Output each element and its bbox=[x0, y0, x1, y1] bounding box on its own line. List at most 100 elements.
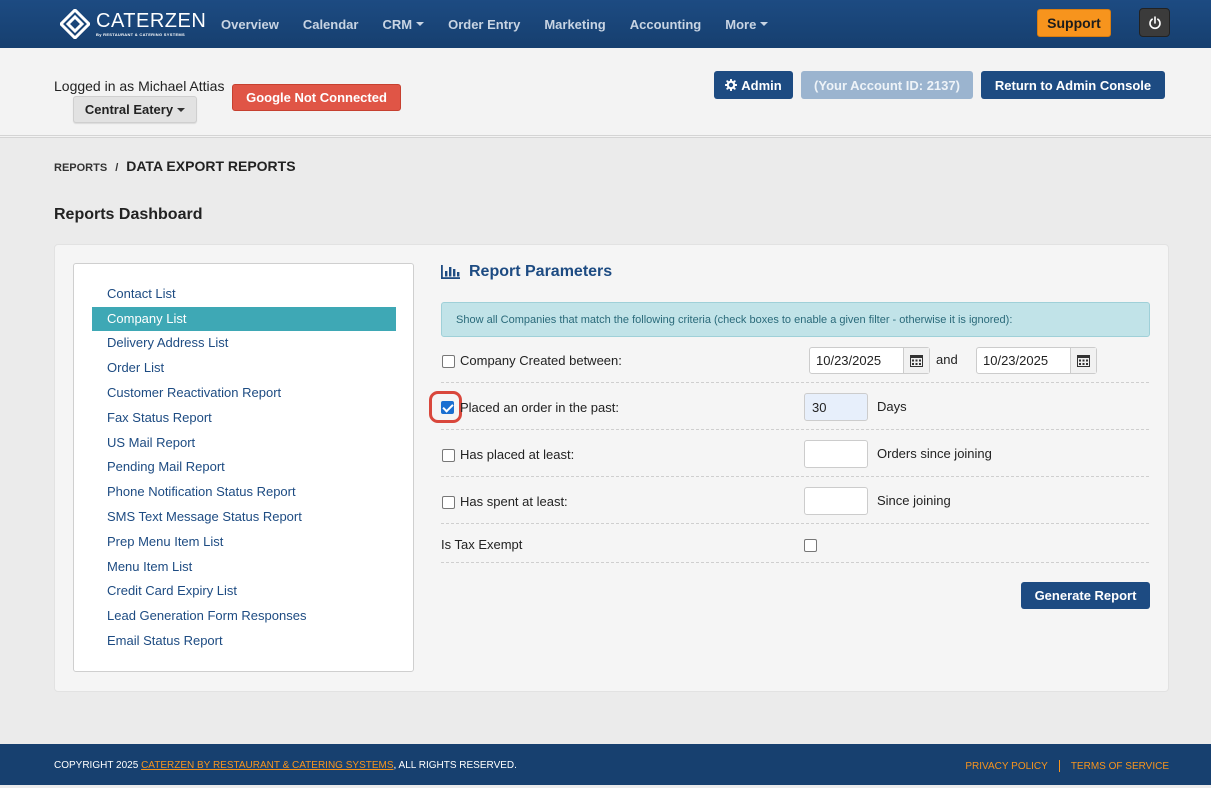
nav-label: Calendar bbox=[302, 16, 359, 32]
nav-item-accounting[interactable]: Accounting bbox=[630, 17, 702, 32]
report-item-delivery-address-list[interactable]: Delivery Address List bbox=[92, 331, 396, 355]
created-to-value: 10/23/2025 bbox=[983, 353, 1049, 368]
placed-order-past-checkbox[interactable] bbox=[441, 401, 454, 414]
created-from-date-input[interactable]: 10/23/2025 bbox=[809, 347, 930, 374]
report-item-company-list[interactable]: Company List bbox=[92, 307, 396, 331]
return-admin-console-button[interactable]: Return to Admin Console bbox=[981, 71, 1165, 99]
report-item-lead-generation[interactable]: Lead Generation Form Responses bbox=[92, 604, 396, 628]
nav-item-order-entry[interactable]: Order Entry bbox=[448, 17, 520, 32]
nav-label: Overview bbox=[221, 16, 279, 32]
calendar-icon bbox=[1077, 355, 1090, 367]
report-item-phone-notification[interactable]: Phone Notification Status Report bbox=[92, 480, 396, 504]
nav-item-calendar[interactable]: Calendar bbox=[303, 17, 359, 32]
row-divider bbox=[441, 476, 1149, 477]
footer: COPYRIGHT 2025 CATERZEN BY RESTAURANT & … bbox=[0, 744, 1211, 785]
chevron-down-icon bbox=[760, 22, 769, 26]
row-divider bbox=[441, 382, 1149, 383]
created-from-calendar-button[interactable] bbox=[903, 348, 929, 373]
orders-since-joining-label: Orders since joining bbox=[877, 446, 992, 461]
admin-button[interactable]: Admin bbox=[714, 71, 793, 99]
terms-of-service-link[interactable]: TERMS OF SERVICE bbox=[1071, 761, 1169, 772]
account-id-badge: (Your Account ID: 2137) bbox=[801, 71, 973, 99]
report-item-sms-status[interactable]: SMS Text Message Status Report bbox=[92, 505, 396, 529]
report-item-menu-item[interactable]: Menu Item List bbox=[92, 555, 396, 579]
brand-subtitle: By RESTAURANT & CATERING SYSTEMS bbox=[96, 32, 186, 37]
row-divider bbox=[441, 523, 1149, 524]
report-item-us-mail[interactable]: US Mail Report bbox=[92, 431, 396, 455]
report-parameters-heading: Report Parameters bbox=[441, 263, 612, 281]
caterzen-diamond-icon bbox=[58, 7, 92, 41]
days-unit-label: Days bbox=[877, 399, 907, 414]
report-item-email-status[interactable]: Email Status Report bbox=[92, 629, 396, 653]
nav-label: CRM bbox=[382, 16, 413, 32]
copyright-suffix: , ALL RIGHTS RESERVED. bbox=[393, 760, 517, 771]
page-title: Reports Dashboard bbox=[54, 206, 203, 223]
spent-at-least-label: Has spent at least: bbox=[460, 494, 568, 509]
chevron-down-icon bbox=[177, 107, 186, 112]
report-type-list: Contact List Company List Delivery Addre… bbox=[73, 263, 414, 672]
privacy-policy-link[interactable]: PRIVACY POLICY bbox=[965, 761, 1047, 772]
nav-label: Order Entry bbox=[448, 16, 521, 32]
logged-in-text: Logged in as Michael Attias bbox=[54, 78, 225, 94]
eatery-label: Central Eatery bbox=[84, 102, 174, 117]
top-navbar: CATERZEN By RESTAURANT & CATERING SYSTEM… bbox=[0, 0, 1211, 48]
nav-label: More bbox=[725, 16, 757, 32]
report-item-contact-list[interactable]: Contact List bbox=[92, 282, 396, 306]
calendar-icon bbox=[910, 355, 923, 367]
report-item-credit-card-expiry[interactable]: Credit Card Expiry List bbox=[92, 579, 396, 603]
nav-item-marketing[interactable]: Marketing bbox=[544, 17, 605, 32]
placed-order-past-label: Placed an order in the past: bbox=[460, 400, 619, 415]
nav-item-more[interactable]: More bbox=[725, 16, 769, 32]
spent-amount-input[interactable] bbox=[804, 487, 868, 515]
tax-exempt-label: Is Tax Exempt bbox=[441, 537, 523, 552]
date-range-and-label: and bbox=[936, 352, 958, 367]
placed-order-days-input[interactable]: 30 bbox=[804, 393, 868, 421]
company-link[interactable]: CATERZEN BY RESTAURANT & CATERING SYSTEM… bbox=[141, 760, 393, 771]
created-to-date-input[interactable]: 10/23/2025 bbox=[976, 347, 1097, 374]
created-to-calendar-button[interactable] bbox=[1070, 348, 1096, 373]
report-item-prep-menu[interactable]: Prep Menu Item List bbox=[92, 530, 396, 554]
bar-chart-icon bbox=[441, 265, 460, 279]
report-item-fax-status[interactable]: Fax Status Report bbox=[92, 406, 396, 430]
google-connection-button[interactable]: Google Not Connected bbox=[232, 84, 401, 111]
tax-exempt-checkbox[interactable] bbox=[804, 539, 817, 552]
footer-links: PRIVACY POLICY TERMS OF SERVICE bbox=[965, 760, 1169, 772]
report-item-pending-mail[interactable]: Pending Mail Report bbox=[92, 455, 396, 479]
placed-at-least-label: Has placed at least: bbox=[460, 447, 575, 462]
orders-count-input[interactable] bbox=[804, 440, 868, 468]
row-divider bbox=[441, 429, 1149, 430]
support-button[interactable]: Support bbox=[1037, 9, 1111, 37]
breadcrumb: REPORTS / DATA EXPORT REPORTS bbox=[54, 158, 296, 174]
breadcrumb-reports-link[interactable]: REPORTS bbox=[54, 162, 107, 174]
admin-label: Admin bbox=[741, 77, 782, 93]
generate-report-button[interactable]: Generate Report bbox=[1021, 582, 1150, 609]
chevron-down-icon bbox=[416, 22, 425, 26]
breadcrumb-current: DATA EXPORT REPORTS bbox=[126, 158, 296, 174]
report-parameters-title: Report Parameters bbox=[469, 263, 613, 280]
eatery-selector-button[interactable]: Central Eatery bbox=[73, 96, 197, 123]
created-from-value: 10/23/2025 bbox=[816, 353, 882, 368]
nav-label: Accounting bbox=[629, 16, 702, 32]
placed-order-days-value: 30 bbox=[812, 399, 827, 415]
company-created-checkbox[interactable] bbox=[442, 355, 455, 368]
brand-name: CATERZEN bbox=[96, 10, 207, 32]
since-joining-label: Since joining bbox=[877, 493, 951, 508]
criteria-info-box: Show all Companies that match the follow… bbox=[441, 302, 1150, 337]
report-item-order-list[interactable]: Order List bbox=[92, 356, 396, 380]
footer-divider bbox=[1058, 760, 1060, 772]
nav-item-crm[interactable]: CRM bbox=[382, 16, 425, 32]
report-item-customer-reactivation[interactable]: Customer Reactivation Report bbox=[92, 381, 396, 405]
spent-at-least-checkbox[interactable] bbox=[442, 496, 455, 509]
main-nav: Overview Calendar CRM Order Entry Market… bbox=[221, 0, 792, 48]
power-icon bbox=[1148, 15, 1161, 29]
company-created-label: Company Created between: bbox=[460, 353, 622, 368]
logout-button[interactable] bbox=[1139, 8, 1170, 37]
caterzen-logo[interactable]: CATERZEN By RESTAURANT & CATERING SYSTEM… bbox=[58, 7, 207, 41]
copyright-prefix: COPYRIGHT 2025 bbox=[54, 760, 142, 771]
gear-icon bbox=[725, 79, 738, 91]
copyright: COPYRIGHT 2025 CATERZEN BY RESTAURANT & … bbox=[54, 760, 517, 771]
nav-item-overview[interactable]: Overview bbox=[221, 17, 279, 32]
row-divider bbox=[441, 562, 1149, 563]
nav-label: Marketing bbox=[544, 16, 606, 32]
placed-at-least-checkbox[interactable] bbox=[442, 449, 455, 462]
